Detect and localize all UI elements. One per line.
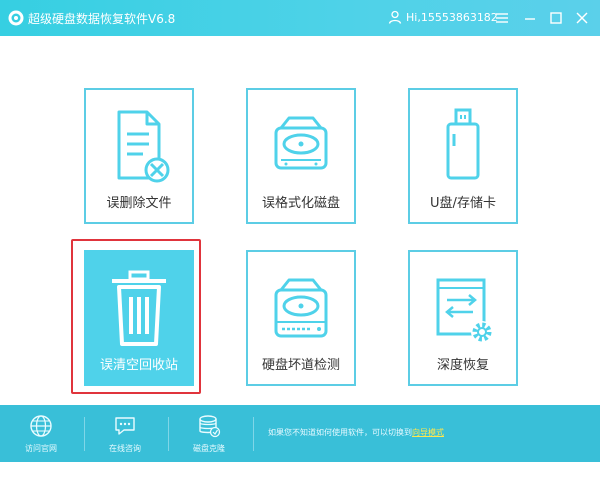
title-bar: 超级硬盘数据恢复软件V6.8 Hi,15553863182 <box>0 0 600 36</box>
deleted-file-icon <box>117 110 170 183</box>
divider <box>84 417 85 451</box>
disk-clone-button[interactable]: 磁盘克隆 <box>174 405 244 462</box>
tile-usb-memory-card[interactable]: U盘/存储卡 <box>408 88 518 224</box>
divider <box>253 417 254 451</box>
divider <box>168 417 169 451</box>
usb-drive-icon <box>446 108 480 180</box>
online-consult-button[interactable]: 在线咨询 <box>90 405 160 462</box>
menu-icon[interactable] <box>492 8 512 28</box>
hint-text: 如果您不知道如何使用软件，可以切换到 <box>268 428 412 437</box>
tile-label: 硬盘坏道检测 <box>261 358 340 373</box>
minimize-icon[interactable] <box>520 8 540 28</box>
database-clone-icon <box>199 415 221 438</box>
tile-label: U盘/存储卡 <box>430 196 496 211</box>
tile-bad-sector-check[interactable]: 硬盘坏道检测 <box>246 250 356 386</box>
visit-website-button[interactable]: 访问官网 <box>6 405 76 462</box>
tile-deep-recovery[interactable]: 深度恢复 <box>408 250 518 386</box>
tile-formatted-disk[interactable]: 误格式化磁盘 <box>246 88 356 224</box>
chat-icon <box>115 417 135 435</box>
bottom-item-label: 在线咨询 <box>109 444 141 453</box>
user-account[interactable]: Hi,15553863182 <box>406 11 498 24</box>
guide-mode-hint: 如果您不知道如何使用软件，可以切换到向导模式 <box>268 427 444 438</box>
selection-highlight <box>71 239 201 394</box>
bottom-item-label: 访问官网 <box>25 444 57 453</box>
tile-label: 误格式化磁盘 <box>261 196 340 211</box>
app-title: 超级硬盘数据恢复软件V6.8 <box>28 12 176 26</box>
disk-icon <box>274 116 328 170</box>
tile-label: 深度恢复 <box>436 358 489 373</box>
close-icon[interactable] <box>572 8 592 28</box>
user-icon[interactable] <box>388 10 402 24</box>
bottom-item-label: 磁盘克隆 <box>193 444 225 453</box>
maximize-icon[interactable] <box>546 8 566 28</box>
deep-recovery-icon <box>436 278 493 343</box>
hard-drive-icon <box>274 278 328 338</box>
tile-label: 误删除文件 <box>106 196 172 211</box>
guide-mode-link[interactable]: 向导模式 <box>412 428 444 437</box>
globe-icon <box>30 415 52 437</box>
tile-deleted-files[interactable]: 误删除文件 <box>84 88 194 224</box>
app-logo-icon <box>8 10 24 26</box>
